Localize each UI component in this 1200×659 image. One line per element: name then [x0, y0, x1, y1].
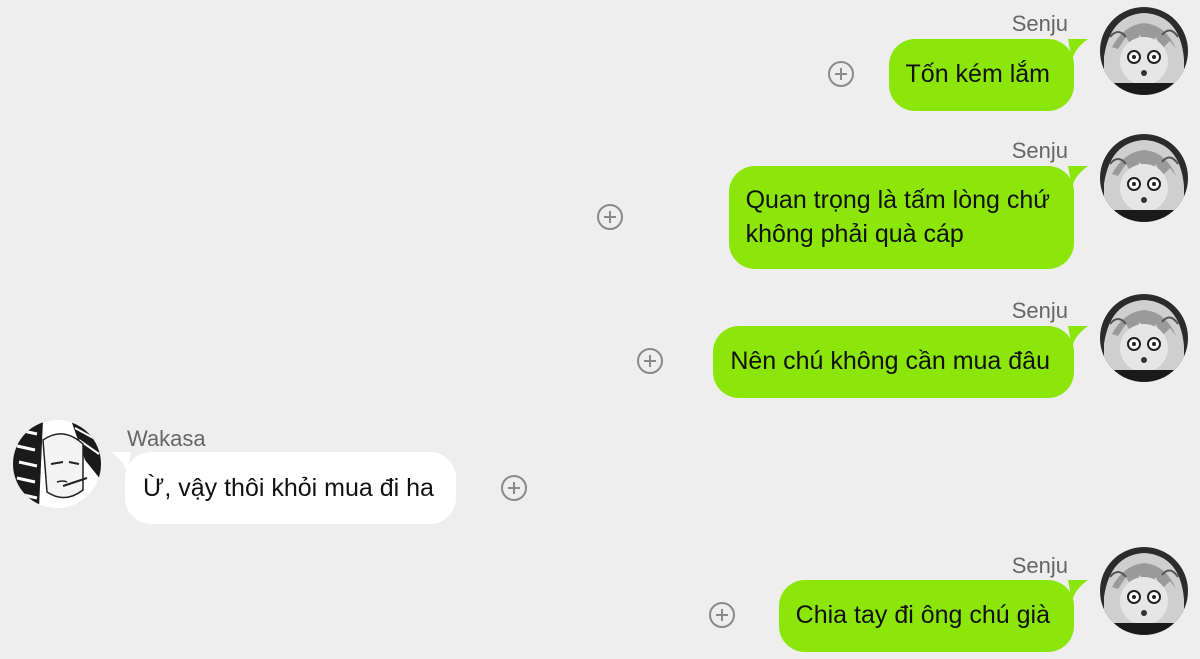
circle-plus-icon[interactable]	[828, 61, 854, 87]
sender-name: Senju	[1011, 298, 1068, 323]
message-bubble[interactable]: Tốn kém lắm	[888, 39, 1088, 111]
bubble-tail-icon	[1068, 166, 1088, 188]
message-bubble[interactable]: Quan trọng là tấm lòng chứ không phải qu…	[728, 166, 1088, 269]
message-text-line: không phải quà cáp	[745, 220, 964, 248]
bubble-tail-icon	[1068, 580, 1088, 602]
circle-plus-icon[interactable]	[709, 602, 735, 628]
circle-plus-icon[interactable]	[597, 204, 623, 230]
avatar-senju[interactable]	[1100, 134, 1188, 222]
bubble-tail-icon	[111, 452, 131, 474]
avatar-wakasa[interactable]	[13, 420, 101, 508]
chat-thread: Senju Tốn kém lắm Senju Quan trọng là tấ…	[0, 0, 1200, 659]
avatar-senju[interactable]	[1100, 7, 1188, 95]
message-bubble[interactable]: Chia tay đi ông chú già	[778, 580, 1088, 652]
bubble-tail-icon	[1068, 39, 1088, 61]
message-bubble[interactable]: Ừ, vậy thôi khỏi mua đi ha	[111, 452, 456, 524]
message-text: Nên chú không cần mua đâu	[730, 347, 1050, 375]
sender-name: Wakasa	[127, 426, 206, 451]
message-text: Chia tay đi ông chú già	[795, 601, 1050, 629]
circle-plus-icon[interactable]	[501, 475, 527, 501]
message-text: Ừ, vậy thôi khỏi mua đi ha	[143, 474, 434, 502]
avatar-senju[interactable]	[1100, 294, 1188, 382]
circle-plus-icon[interactable]	[637, 348, 663, 374]
bubble-tail-icon	[1068, 326, 1088, 348]
sender-name: Senju	[1011, 11, 1068, 36]
avatar-senju[interactable]	[1100, 547, 1188, 635]
message-text: Tốn kém lắm	[905, 60, 1050, 88]
sender-name: Senju	[1011, 138, 1068, 163]
message-bubble[interactable]: Nên chú không cần mua đâu	[713, 326, 1088, 398]
sender-name: Senju	[1011, 553, 1068, 578]
message-text-line: Quan trọng là tấm lòng chứ	[745, 186, 1050, 214]
